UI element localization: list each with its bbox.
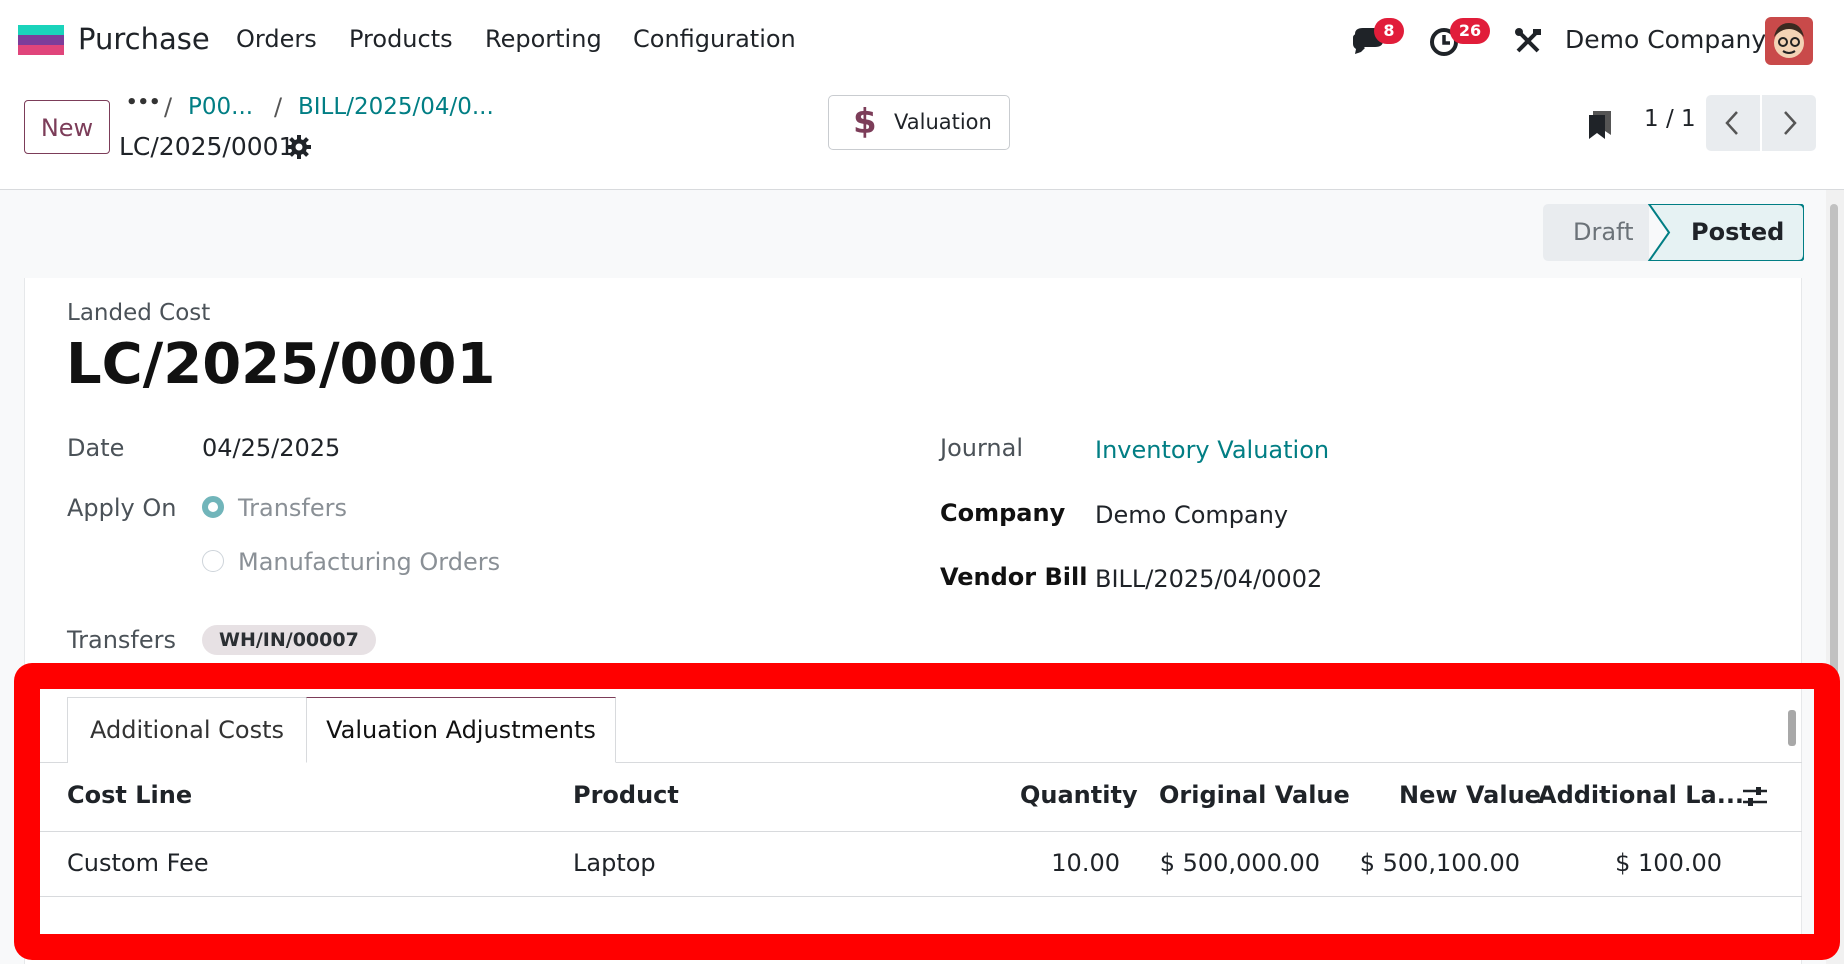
cell-original-value[interactable]: $ 500,000.00 [1150, 849, 1320, 877]
document-type-label: Landed Cost [67, 300, 211, 326]
date-field[interactable]: 04/25/2025 [202, 434, 340, 462]
top-navbar: Purchase Orders Products Reporting Confi… [0, 0, 1844, 80]
table-row[interactable] [40, 832, 1802, 896]
menu-configuration[interactable]: Configuration [633, 25, 796, 53]
transfer-tag[interactable]: WH/IN/00007 [202, 625, 376, 655]
notebook-scrollbar[interactable] [1786, 700, 1798, 760]
bookmark-icon[interactable] [1587, 109, 1613, 141]
company-label: Company [940, 499, 1066, 527]
cell-additional-landed-cost[interactable]: $ 100.00 [1550, 849, 1722, 877]
date-label: Date [67, 434, 125, 462]
user-avatar[interactable] [1765, 17, 1813, 65]
tab-additional-costs[interactable]: Additional Costs [67, 697, 307, 763]
record-title: LC/2025/0001 [119, 132, 295, 161]
menu-products[interactable]: Products [349, 25, 453, 53]
control-panel: New ••• / P00... / BILL/2025/04/0... LC/… [0, 80, 1844, 190]
vendor-bill-field[interactable]: BILL/2025/04/0002 [1095, 565, 1322, 593]
tab-valuation-adjustments[interactable]: Valuation Adjustments [306, 697, 616, 763]
company-switcher[interactable]: Demo Company [1565, 25, 1766, 54]
cell-quantity[interactable]: 10.00 [1020, 849, 1120, 877]
pager-value[interactable]: 1 / 1 [1644, 106, 1696, 132]
column-product[interactable]: Product [573, 781, 679, 809]
radio-transfers-label[interactable]: Transfers [238, 494, 347, 522]
cell-cost-line[interactable]: Custom Fee [67, 849, 209, 877]
breadcrumb-separator: / [274, 93, 283, 121]
apply-on-label: Apply On [67, 494, 177, 522]
column-new-value[interactable]: New Value [1399, 781, 1541, 809]
app-logo-icon[interactable] [18, 25, 66, 57]
breadcrumb-vendor-bill[interactable]: BILL/2025/04/0... [298, 94, 494, 120]
record-name: LC/2025/0001 [66, 332, 496, 397]
pager-next-button[interactable] [1762, 95, 1816, 151]
table-row-divider [40, 896, 1802, 897]
messages-badge: 8 [1374, 18, 1404, 44]
breadcrumb-purchase-order[interactable]: P00... [188, 94, 253, 120]
activities-badge: 26 [1450, 18, 1490, 44]
valuation-smart-button[interactable]: $ Valuation [828, 95, 1010, 150]
column-original-value[interactable]: Original Value [1159, 781, 1350, 809]
radio-manufacturing-orders[interactable] [202, 550, 224, 572]
page-scrollbar[interactable] [1826, 190, 1844, 964]
cell-product[interactable]: Laptop [573, 849, 656, 877]
cell-new-value[interactable]: $ 500,100.00 [1350, 849, 1520, 877]
gear-icon[interactable] [287, 135, 311, 159]
transfers-label: Transfers [67, 626, 177, 654]
status-draft[interactable]: Draft [1573, 218, 1634, 246]
status-posted[interactable]: Posted [1691, 218, 1784, 246]
new-button[interactable]: New [24, 100, 110, 154]
menu-reporting[interactable]: Reporting [485, 25, 602, 53]
company-field[interactable]: Demo Company [1095, 501, 1288, 529]
menu-orders[interactable]: Orders [236, 25, 317, 53]
vendor-bill-label: Vendor Bill [940, 563, 1088, 591]
radio-transfers[interactable] [202, 496, 224, 518]
breadcrumb-separator: / [164, 93, 173, 121]
valuation-label: Valuation [894, 110, 992, 134]
column-cost-line[interactable]: Cost Line [67, 781, 192, 809]
dollar-icon: $ [853, 102, 877, 142]
app-name[interactable]: Purchase [78, 22, 210, 56]
breadcrumb-more-button[interactable]: ••• [126, 92, 161, 113]
column-additional-landed-cost[interactable]: Additional La... [1538, 781, 1744, 809]
pager-previous-button[interactable] [1706, 95, 1760, 151]
journal-field[interactable]: Inventory Valuation [1095, 436, 1329, 464]
optional-columns-toggle-icon[interactable] [1741, 783, 1769, 811]
column-quantity[interactable]: Quantity [1020, 781, 1138, 809]
journal-label: Journal [940, 434, 1024, 462]
debug-tools-icon[interactable] [1513, 26, 1543, 56]
radio-manufacturing-orders-label[interactable]: Manufacturing Orders [238, 548, 500, 576]
